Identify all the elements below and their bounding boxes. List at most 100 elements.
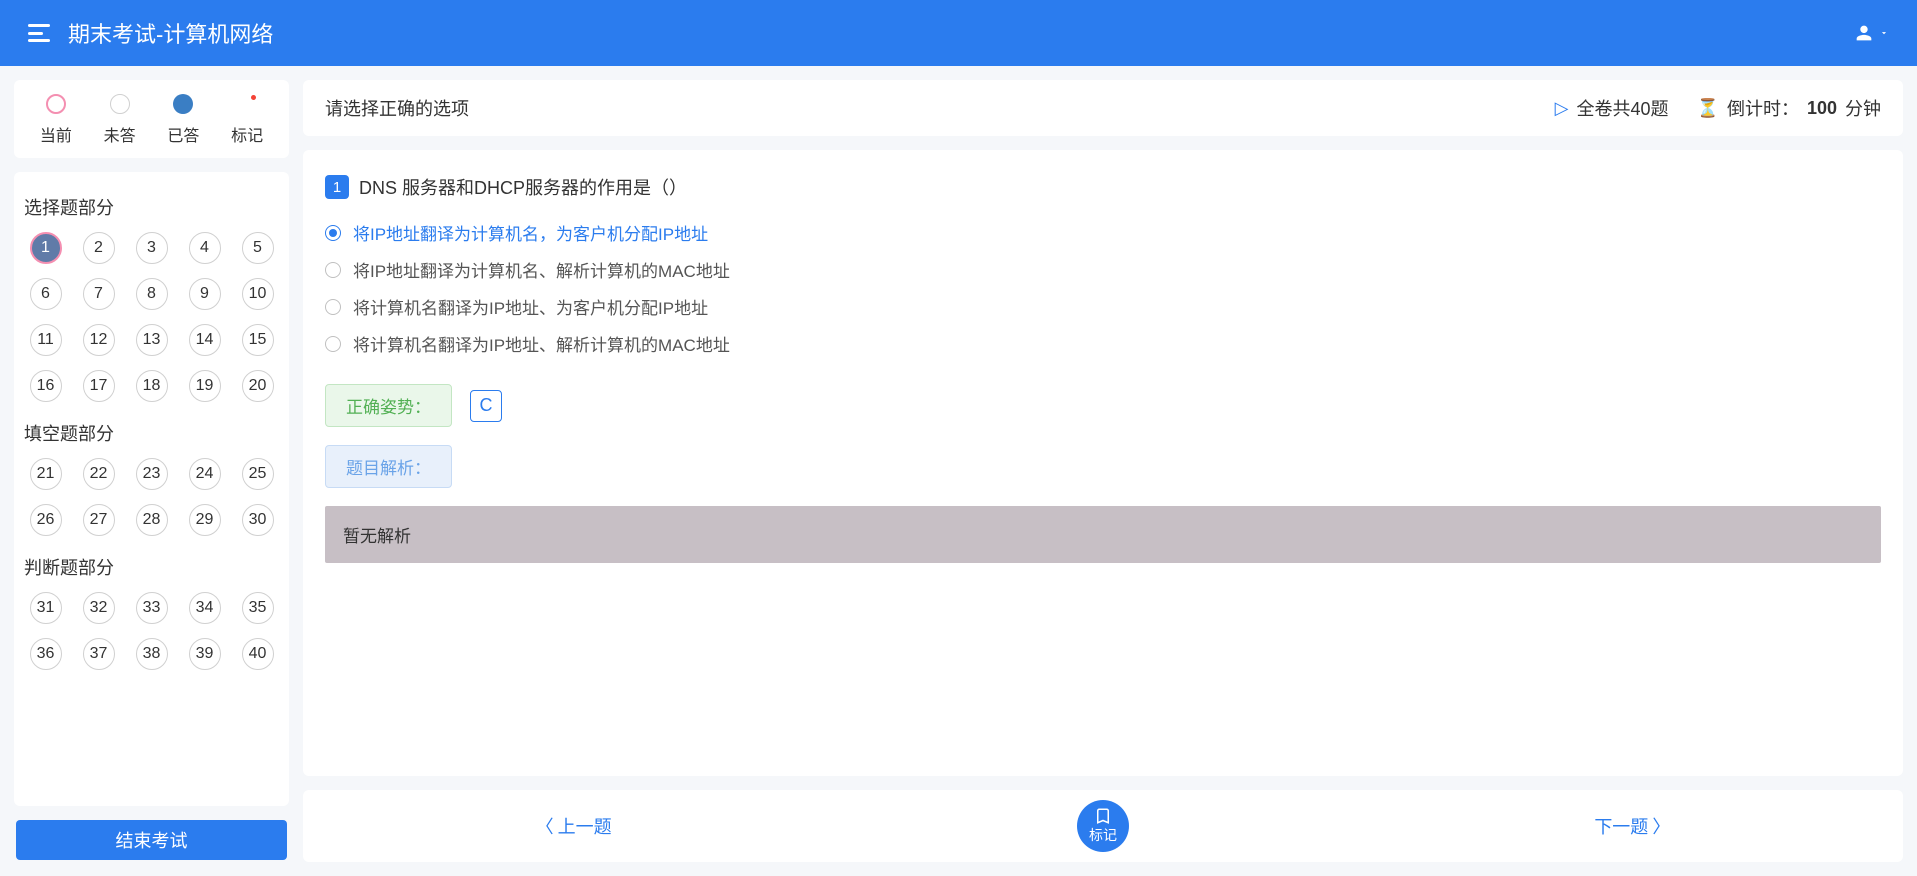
question-nav-36[interactable]: 36 [30, 638, 62, 670]
mark-button[interactable]: 标记 [1077, 800, 1129, 852]
legend-current: 当前 [40, 94, 72, 146]
total-questions: ▷ 全卷共40题 [1555, 95, 1669, 121]
header-left: 期末考试-计算机网络 [28, 17, 273, 49]
question-nav-25[interactable]: 25 [242, 458, 274, 490]
question-nav-19[interactable]: 19 [189, 370, 221, 402]
sidebar-footer: 结束考试 [14, 820, 289, 862]
question-nav-21[interactable]: 21 [30, 458, 62, 490]
next-button[interactable]: 下一题〉 [1594, 813, 1670, 839]
question-nav-38[interactable]: 38 [136, 638, 168, 670]
main-panel: 请选择正确的选项 ▷ 全卷共40题 ⏳ 倒计时： 100分钟 1 DNS 服务器… [303, 80, 1917, 862]
user-menu[interactable] [1853, 22, 1889, 44]
option-2[interactable]: 将计算机名翻译为IP地址、为客户机分配IP地址 [325, 294, 1881, 319]
question-nav-35[interactable]: 35 [242, 592, 274, 624]
circle-icon [110, 94, 130, 114]
radio-icon [325, 225, 341, 241]
option-text: 将IP地址翻译为计算机名，为客户机分配IP地址 [353, 220, 708, 245]
end-exam-button[interactable]: 结束考试 [16, 820, 287, 860]
option-text: 将计算机名翻译为IP地址、解析计算机的MAC地址 [353, 331, 730, 356]
question-nav-22[interactable]: 22 [83, 458, 115, 490]
question-nav-40[interactable]: 40 [242, 638, 274, 670]
exam-title: 期末考试-计算机网络 [68, 17, 273, 49]
question-nav-8[interactable]: 8 [136, 278, 168, 310]
question-nav-7[interactable]: 7 [83, 278, 115, 310]
question-topbar: 请选择正确的选项 ▷ 全卷共40题 ⏳ 倒计时： 100分钟 [303, 80, 1903, 136]
question-nav-28[interactable]: 28 [136, 504, 168, 536]
legend-answered: 已答 [167, 94, 199, 146]
question-nav-37[interactable]: 37 [83, 638, 115, 670]
question-nav-14[interactable]: 14 [189, 324, 221, 356]
question-nav-5[interactable]: 5 [242, 232, 274, 264]
option-3[interactable]: 将计算机名翻译为IP地址、解析计算机的MAC地址 [325, 331, 1881, 356]
hourglass-icon: ⏳ [1697, 98, 1719, 119]
question-body: 1 DNS 服务器和DHCP服务器的作用是（） 将IP地址翻译为计算机名，为客户… [303, 150, 1903, 776]
question-navigator: 选择题部分1234567891011121314151617181920填空题部… [14, 172, 289, 806]
question-footer: 〈上一题 标记 下一题〉 [303, 790, 1903, 862]
question-nav-15[interactable]: 15 [242, 324, 274, 356]
section-title: 选择题部分 [24, 194, 279, 220]
question-text: DNS 服务器和DHCP服务器的作用是（） [359, 174, 687, 200]
question-nav-30[interactable]: 30 [242, 504, 274, 536]
question-nav-2[interactable]: 2 [83, 232, 115, 264]
option-1[interactable]: 将IP地址翻译为计算机名、解析计算机的MAC地址 [325, 257, 1881, 282]
legend: 当前 未答 已答 标记 [14, 80, 289, 158]
question-nav-20[interactable]: 20 [242, 370, 274, 402]
app-header: 期末考试-计算机网络 [0, 0, 1917, 66]
question-nav-12[interactable]: 12 [83, 324, 115, 356]
question-nav-16[interactable]: 16 [30, 370, 62, 402]
menu-icon[interactable] [28, 24, 50, 42]
legend-marked: 标记 [231, 94, 263, 146]
question-number: 1 [325, 175, 349, 199]
section-grid: 31 32 33 34 35 36 37 38 39 40 [24, 592, 279, 670]
question-nav-27[interactable]: 27 [83, 504, 115, 536]
section-grid: 1234567891011121314151617181920 [24, 232, 279, 402]
section-title: 填空题部分 [24, 420, 279, 446]
option-0[interactable]: 将IP地址翻译为计算机名，为客户机分配IP地址 [325, 220, 1881, 245]
bookmark-icon [1094, 807, 1112, 825]
sidebar: 当前 未答 已答 标记 选择题部分12345678910111213141516… [14, 80, 289, 862]
question-nav-13[interactable]: 13 [136, 324, 168, 356]
timer: ⏳ 倒计时： 100分钟 [1697, 95, 1881, 121]
question-header: 1 DNS 服务器和DHCP服务器的作用是（） [325, 174, 1881, 200]
question-nav-11[interactable]: 11 [30, 324, 62, 356]
question-nav-34[interactable]: 34 [189, 592, 221, 624]
section-title: 判断题部分 [24, 554, 279, 580]
question-nav-31[interactable]: 31 [30, 592, 62, 624]
question-nav-39[interactable]: 39 [189, 638, 221, 670]
question-nav-26[interactable]: 26 [30, 504, 62, 536]
circle-icon [173, 94, 193, 114]
radio-icon [325, 336, 341, 352]
question-nav-4[interactable]: 4 [189, 232, 221, 264]
correct-answer-label: 正确姿势： [325, 384, 452, 427]
main-container: 当前 未答 已答 标记 选择题部分12345678910111213141516… [0, 66, 1917, 876]
correct-answer-row: 正确姿势： C [325, 384, 1881, 427]
topbar-right: ▷ 全卷共40题 ⏳ 倒计时： 100分钟 [1555, 95, 1881, 121]
radio-icon [325, 299, 341, 315]
circle-icon [46, 94, 66, 114]
question-nav-33[interactable]: 33 [136, 592, 168, 624]
question-nav-10[interactable]: 10 [242, 278, 274, 310]
question-nav-3[interactable]: 3 [136, 232, 168, 264]
chevron-left-icon: 〈 [536, 813, 554, 839]
question-nav-24[interactable]: 24 [189, 458, 221, 490]
correct-answer-value: C [470, 390, 502, 422]
radio-icon [325, 262, 341, 278]
question-nav-17[interactable]: 17 [83, 370, 115, 402]
section-grid: 21 22 23 24 25 26 27 28 29 30 [24, 458, 279, 536]
question-nav-18[interactable]: 18 [136, 370, 168, 402]
instruction-text: 请选择正确的选项 [325, 95, 469, 121]
play-icon: ▷ [1555, 98, 1569, 119]
analysis-label: 题目解析： [325, 445, 452, 488]
prev-button[interactable]: 〈上一题 [536, 813, 612, 839]
question-nav-1[interactable]: 1 [30, 232, 62, 264]
question-nav-6[interactable]: 6 [30, 278, 62, 310]
question-nav-9[interactable]: 9 [189, 278, 221, 310]
options-list: 将IP地址翻译为计算机名，为客户机分配IP地址将IP地址翻译为计算机名、解析计算… [325, 220, 1881, 356]
circle-icon [237, 94, 257, 114]
option-text: 将计算机名翻译为IP地址、为客户机分配IP地址 [353, 294, 708, 319]
question-nav-29[interactable]: 29 [189, 504, 221, 536]
legend-unanswered: 未答 [104, 94, 136, 146]
question-nav-23[interactable]: 23 [136, 458, 168, 490]
question-nav-32[interactable]: 32 [83, 592, 115, 624]
analysis-text: 暂无解析 [325, 506, 1881, 563]
